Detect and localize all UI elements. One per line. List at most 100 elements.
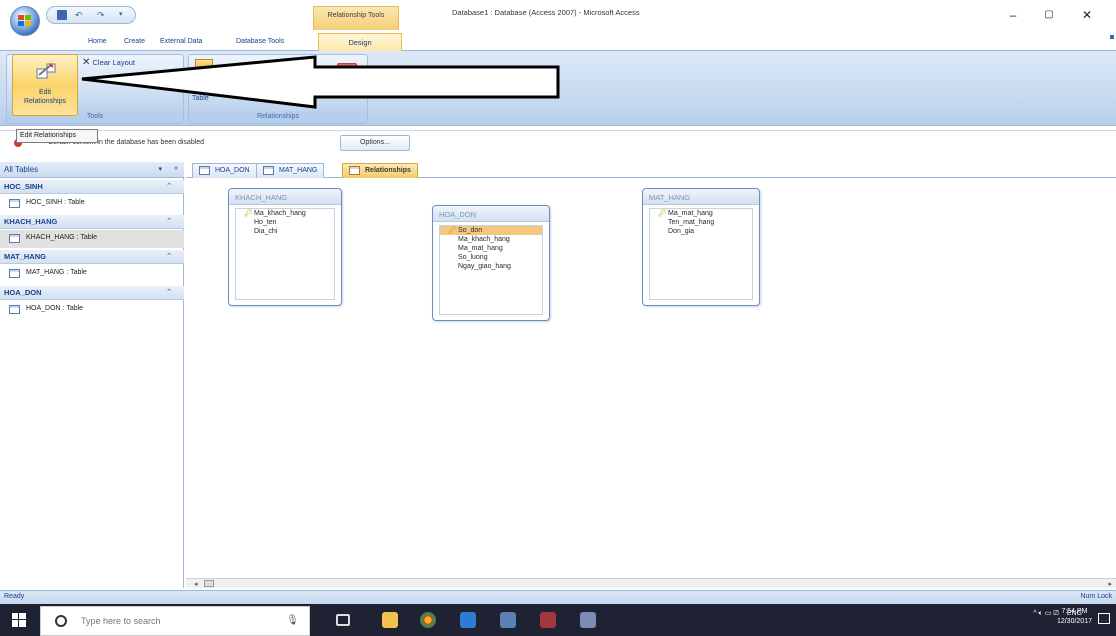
nav-header-label: All Tables [4, 165, 39, 174]
table-box-hoa-don[interactable]: HOA_DON 🔑︎ So_don Ma_khach_hang Ma_mat_ha… [432, 205, 550, 321]
field-name: Ma_mat_hang [668, 210, 713, 217]
scroll-thumb[interactable] [204, 580, 214, 587]
table-icon [9, 199, 20, 208]
table-box-title[interactable]: KHACH_HANG [229, 189, 341, 205]
access-icon[interactable] [540, 612, 556, 628]
shutter-bar-close-icon[interactable]: « [174, 165, 178, 172]
scroll-left-icon[interactable]: ◂ [194, 580, 198, 588]
tab-database-tools[interactable]: Database Tools [236, 35, 284, 49]
tray-icons[interactable]: ^ 🔈︎ ▭ ⎚ [1033, 610, 1059, 617]
field-name: Ma_mat_hang [458, 245, 503, 252]
app-icon[interactable] [500, 612, 516, 628]
windows-start-icon[interactable] [12, 613, 26, 627]
field-name: Ngay_giao_hang [458, 263, 511, 270]
field[interactable]: So_luong [440, 253, 542, 262]
table-icon [263, 166, 274, 175]
nav-item-hoa-don[interactable]: HOA_DON : Table [0, 301, 184, 319]
edit-relationships-button[interactable]: Edit Relationships [12, 54, 78, 116]
field[interactable]: Don_gia [650, 227, 752, 236]
doc-tab-mat-hang[interactable]: MAT_HANG [256, 163, 325, 178]
table-icon [9, 269, 20, 278]
task-view-icon[interactable] [336, 614, 350, 626]
field[interactable]: Dia_chi [236, 227, 334, 236]
file-explorer-icon[interactable] [382, 612, 398, 628]
field-name: Ma_khach_hang [458, 236, 510, 243]
nav-group-khach-hang[interactable]: KHACH_HANG ⌃ [0, 215, 184, 229]
nav-header[interactable]: All Tables ▾ « [0, 162, 184, 178]
collapse-icon[interactable]: ⌃ [166, 182, 172, 190]
nav-dropdown-icon[interactable]: ▾ [158, 165, 162, 173]
nav-item-label: MAT_HANG : Table [26, 269, 87, 276]
table-box-title[interactable]: HOA_DON [433, 206, 549, 222]
collapse-icon[interactable]: ⌃ [166, 288, 172, 296]
nav-group-label: HOA_DON [4, 288, 42, 297]
field-primary-key[interactable]: 🔑︎ Ma_mat_hang [650, 209, 752, 218]
annotation-arrow-icon [81, 55, 560, 109]
windows-taskbar: Type here to search 🎙︎ ^ 🔈︎ ▭ ⎚ ENG 7:54… [0, 604, 1116, 636]
message-bar: Certain content in the database has been… [0, 130, 1116, 155]
field-name: Don_gia [668, 228, 695, 235]
tab-external-data[interactable]: External Data [160, 35, 202, 49]
tooltip: Edit Relationships [16, 129, 98, 143]
app-icon[interactable] [460, 612, 476, 628]
nav-item-mat-hang[interactable]: MAT_HANG : Table [0, 265, 184, 283]
microphone-icon[interactable]: 🎙︎ [286, 615, 299, 626]
relationships-icon [349, 166, 360, 175]
help-icon[interactable] [1110, 35, 1114, 39]
vertical-scrollbar[interactable] [1106, 178, 1116, 578]
doc-tab-hoa-don[interactable]: HOA_DON [192, 163, 257, 178]
edit-relationships-label: Edit Relationships [23, 89, 67, 105]
field-primary-key[interactable]: 🔑︎ Ma_khach_hang [236, 209, 334, 218]
nav-item-khach-hang[interactable]: KHACH_HANG : Table [0, 230, 184, 248]
doc-tab-relationships[interactable]: Relationships [342, 163, 418, 178]
tab-design[interactable]: Design [318, 33, 402, 51]
nav-item-hoc-sinh[interactable]: HOC_SINH : Table [0, 195, 184, 213]
collapse-icon[interactable]: ⌃ [166, 252, 172, 260]
field[interactable]: Ngay_giao_hang [440, 262, 542, 271]
relationships-canvas[interactable]: KHACH_HANG 🔑︎ Ma_khach_hang Ho_ten Dia_ch… [186, 178, 1112, 578]
status-bar: Ready Num Lock [0, 590, 1116, 604]
options-button[interactable]: Options... [340, 135, 410, 151]
field[interactable]: Ma_khach_hang [440, 235, 542, 244]
field-primary-key[interactable]: 🔑︎ So_don [440, 226, 542, 235]
nav-item-label: HOA_DON : Table [26, 305, 84, 312]
office-button[interactable] [10, 6, 40, 36]
field[interactable]: Ho_ten [236, 218, 334, 227]
tab-home[interactable]: Home [88, 35, 107, 49]
table-icon [199, 166, 210, 175]
nav-item-label: KHACH_HANG : Table [26, 234, 98, 241]
paint-icon[interactable] [580, 612, 596, 628]
field-name: Ma_khach_hang [254, 210, 306, 217]
field-name: So_don [458, 227, 483, 234]
tab-create[interactable]: Create [124, 35, 145, 49]
chrome-icon[interactable] [420, 612, 436, 628]
notifications-icon[interactable] [1098, 613, 1110, 624]
doc-tab-label: HOA_DON [215, 167, 250, 174]
primary-key-icon: 🔑︎ [448, 227, 457, 234]
field-name: Ho_ten [254, 219, 277, 226]
relationships-group-label: Relationships [189, 111, 367, 123]
nav-group-mat-hang[interactable]: MAT_HANG ⌃ [0, 250, 184, 264]
table-box-mat-hang[interactable]: MAT_HANG 🔑︎ Ma_mat_hang Ten_mat_hang Don_… [642, 188, 760, 306]
doc-tab-label: MAT_HANG [279, 167, 318, 174]
scroll-right-icon[interactable]: ▸ [1108, 580, 1112, 588]
taskbar-search-box[interactable]: Type here to search 🎙︎ [40, 606, 310, 636]
clock-date: 12/30/2017 [1056, 618, 1092, 625]
office-logo-icon [18, 15, 31, 26]
field[interactable]: Ten_mat_hang [650, 218, 752, 227]
primary-key-icon: 🔑︎ [244, 210, 253, 217]
horizontal-scrollbar[interactable]: ◂ ▸ [186, 578, 1116, 588]
nav-group-hoa-don[interactable]: HOA_DON ⌃ [0, 286, 184, 300]
field-list: 🔑︎ So_don Ma_khach_hang Ma_mat_hang So_lu… [439, 225, 543, 315]
table-box-title[interactable]: MAT_HANG [643, 189, 759, 205]
primary-key-icon: 🔑︎ [658, 210, 667, 217]
nav-group-label: KHACH_HANG [4, 217, 58, 226]
table-box-khach-hang[interactable]: KHACH_HANG 🔑︎ Ma_khach_hang Ho_ten Dia_ch… [228, 188, 342, 306]
clock[interactable]: 7:54 PM 12/30/2017 [1057, 607, 1092, 627]
num-lock-indicator: Num Lock [1080, 593, 1112, 600]
navigation-pane: All Tables ▾ « HOC_SINH ⌃ HOC_SINH : Tabl… [0, 162, 184, 588]
nav-group-hoc-sinh[interactable]: HOC_SINH ⌃ [0, 180, 184, 194]
field-list: 🔑︎ Ma_khach_hang Ho_ten Dia_chi [235, 208, 335, 300]
collapse-icon[interactable]: ⌃ [166, 217, 172, 225]
field[interactable]: Ma_mat_hang [440, 244, 542, 253]
